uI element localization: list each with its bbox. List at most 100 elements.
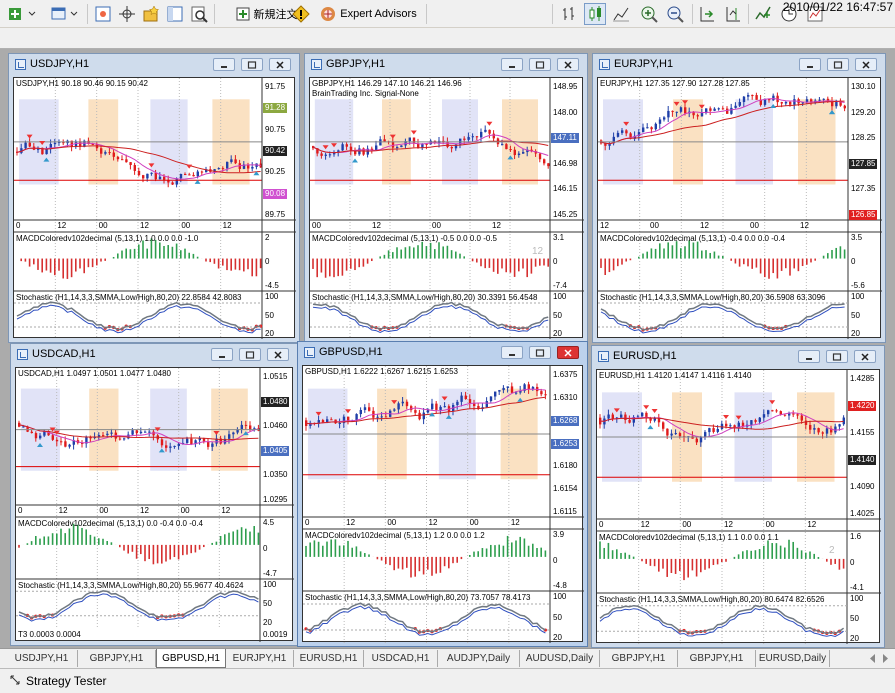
candle-body [68,444,71,447]
chart-tab[interactable]: GBPUSD,H1 [156,649,226,668]
candle-body [696,115,699,117]
window-titlebar[interactable]: USDCAD,H1 [11,344,297,364]
market-watch-button[interactable] [92,3,114,25]
candle-body [324,154,327,156]
chart-area[interactable]: EURUSD,H1 1.4120 1.4147 1.4116 1.4140 1.4… [596,369,881,644]
chart-area[interactable]: USDJPY,H1 90.18 90.46 90.15 90.42 91.75 91… [13,77,296,339]
bar-chart-button[interactable] [558,3,580,25]
candle-body [414,410,417,413]
chart-shift-button[interactable] [722,3,744,25]
chart-tab[interactable]: AUDUSD,Daily [520,650,600,667]
macd-axis-label: 0 [553,257,558,266]
expert-advisors-button[interactable]: Expert Advisors [314,3,422,25]
chart-window-usdjpy[interactable]: USDJPY,H1 USDJPY,H1 90.18 90.46 90.15 90… [8,53,300,343]
chart-window-gbpusd[interactable]: GBPUSD,H1 GBPUSD,H1 1.6222 1.6267 1.6215… [297,341,588,647]
price-axis-label: 126.85 [849,210,878,220]
chart-window-icon [17,348,28,360]
chart-window-eurusd[interactable]: EURUSD,H1 EURUSD,H1 1.4120 1.4147 1.4116… [591,345,885,648]
price-axis-label: 1.4285 [850,374,875,383]
candle-body [650,127,653,130]
time-axis-label: 12 [372,221,381,230]
expand-icon[interactable] [10,674,20,688]
candlestick-button[interactable] [584,3,606,25]
candle-body [121,159,124,161]
window-titlebar[interactable]: USDJPY,H1 [9,54,299,74]
window-titlebar[interactable]: EURUSD,H1 [592,346,884,366]
tab-scroll-buttons[interactable] [867,652,891,665]
maximize-button[interactable] [529,58,551,71]
candle-body [106,433,109,436]
signal-arrow [643,405,650,410]
terminal-button[interactable] [164,3,186,25]
candle-body [125,159,128,163]
chart-area[interactable]: GBPUSD,H1 1.6222 1.6267 1.6215 1.6253 1.6… [302,365,584,643]
maximize-button[interactable] [827,58,849,71]
chart-tab[interactable]: GBPJPY,H1 [78,650,156,667]
zoom-out-button[interactable] [664,3,686,25]
candle-body [501,144,504,146]
minimize-button[interactable] [501,346,523,359]
indicators-button[interactable] [752,3,774,25]
chart-tab[interactable]: EURJPY,H1 [226,650,294,667]
chart-window-eurjpy[interactable]: EURJPY,H1 EURJPY,H1 127.35 127.90 127.28… [592,53,886,343]
maximize-button[interactable] [239,348,261,361]
candle-body [321,420,325,423]
server-datetime: 2010/01/22 16:47:57 [782,0,893,14]
chart-window-gbpjpy[interactable]: GBPJPY,H1 GBPJPY,H1 146.29 147.10 146.21… [304,53,588,343]
zoom-in-button[interactable] [638,3,660,25]
candle-body [751,95,754,97]
close-button[interactable] [557,58,579,71]
close-button[interactable] [267,348,289,361]
chart-area[interactable]: EURJPY,H1 127.35 127.90 127.28 127.85 130… [597,77,882,339]
minimize-button[interactable] [798,350,820,363]
profiles-button[interactable] [48,3,84,25]
stochastic-axis-label: 50 [851,310,860,320]
close-button[interactable] [854,350,876,363]
maximize-button[interactable] [826,350,848,363]
chart-area[interactable]: USDCAD,H1 1.0497 1.0501 1.0477 1.0480 1.0… [15,367,294,642]
stochastic-axis-label: 100 [851,292,865,301]
tab-scroll-arrows-icon [870,654,888,663]
candle-body [789,101,792,105]
window-titlebar[interactable]: EURJPY,H1 [593,54,885,74]
new-chart-button[interactable] [6,3,46,25]
chart-tab[interactable]: GBPJPY,H1 [600,650,678,667]
candle-body [674,433,677,435]
alert-button[interactable] [290,3,312,25]
chart-tab[interactable]: GBPJPY,H1 [678,650,756,667]
window-title: USDJPY,H1 [30,58,90,70]
price-axis-label: 90.25 [265,167,286,177]
candle-body [160,439,164,446]
navigator-button[interactable] [116,3,138,25]
maximize-button[interactable] [241,58,263,71]
chart-tab[interactable]: USDJPY,H1 [6,650,78,667]
minimize-button[interactable] [501,58,523,71]
chart-area[interactable]: GBPJPY,H1 146.29 147.10 146.21 146.96 Bra… [309,77,584,339]
time-axis-label: 0 [305,518,310,527]
strategy-tester-button[interactable] [188,3,210,25]
auto-scroll-button[interactable] [696,3,718,25]
close-button[interactable] [557,346,579,359]
candle-body [456,401,459,405]
chart-tab[interactable]: USDCAD,H1 [364,650,438,667]
window-titlebar[interactable]: GBPJPY,H1 [305,54,587,74]
chart-tab[interactable]: EURUSD,Daily [756,650,830,667]
minimize-button[interactable] [213,58,235,71]
strategy-tester-tab[interactable]: Strategy Tester [26,674,106,688]
favorites-button[interactable] [140,3,162,25]
window-title: EURJPY,H1 [614,58,674,70]
macd-axis-label: 1.6 [850,532,862,541]
minimize-button[interactable] [211,348,233,361]
close-button[interactable] [855,58,877,71]
close-button[interactable] [269,58,291,71]
maximize-button[interactable] [529,346,551,359]
stochastic-label: Stochastic (H1,14,3,3,SMMA,Low/High,80,2… [312,293,538,302]
chart-tab[interactable]: AUDJPY,Daily [438,650,520,667]
chart-tab[interactable]: EURUSD,H1 [294,650,364,667]
candle-body [654,123,657,130]
minimize-button[interactable] [799,58,821,71]
chart-window-usdcad[interactable]: USDCAD,H1 USDCAD,H1 1.0497 1.0501 1.0477… [10,343,298,646]
window-titlebar[interactable]: GBPUSD,H1 [298,342,587,362]
line-chart-button[interactable] [610,3,632,25]
candle-body [784,101,788,104]
